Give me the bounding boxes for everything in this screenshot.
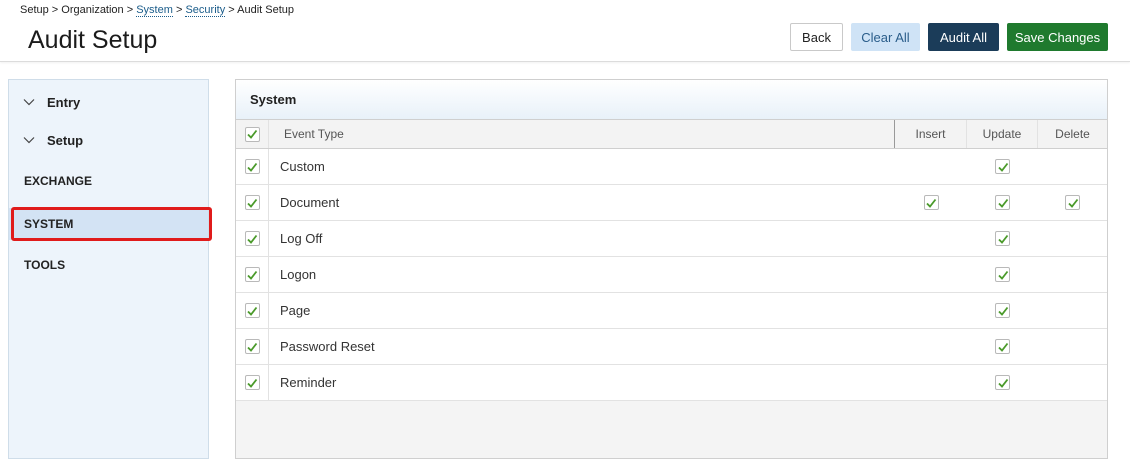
checkmark-icon [997,198,1008,208]
table-row: Log Off [236,221,1107,257]
update-checkbox[interactable] [995,267,1010,282]
checkmark-icon [997,162,1008,172]
grid-body: Custom Document Log Off Logon Page Passw… [236,149,1107,401]
breadcrumb-organization: Organization [61,4,124,16]
row-select-checkbox[interactable] [244,339,260,354]
update-checkbox[interactable] [995,375,1010,390]
breadcrumb-separator: > [225,4,238,16]
event-type-name: Log Off [280,231,323,246]
page-header: Setup > Organization > System > Security… [0,0,1130,62]
sidebar-group-label: Entry [47,94,81,110]
table-row: Reminder [236,365,1107,401]
sidebar-group-label: Setup [47,132,84,148]
event-type-name: Page [280,303,311,318]
update-checkbox[interactable] [995,195,1010,210]
chevron-down-icon [23,137,35,144]
panel-title: System [236,80,1107,120]
checkmark-icon [247,378,258,388]
checkmark-icon [997,342,1008,352]
checkmark-icon [997,270,1008,280]
checkmark-icon [997,234,1008,244]
page-title: Audit Setup [28,26,158,54]
breadcrumb-security-link[interactable]: Security [185,4,226,17]
table-row: Password Reset [236,329,1107,365]
table-row: Page [236,293,1107,329]
audit-all-button[interactable]: Audit All [928,23,999,51]
sidebar-item-label: SYSTEM [24,217,74,231]
column-header-insert[interactable]: Insert [895,120,967,148]
sidebar-item-label: TOOLS [24,258,66,272]
checkmark-icon [247,342,258,352]
sidebar-item-tools[interactable]: TOOLS [9,249,208,281]
select-all-checkbox[interactable] [244,126,260,142]
sidebar: Entry Setup EXCHANGE SYSTEM TOOLS [8,79,209,459]
table-row: Document [236,185,1107,221]
update-checkbox[interactable] [995,339,1010,354]
breadcrumb-separator: > [172,4,186,16]
breadcrumb-current: Audit Setup [237,4,295,16]
back-button[interactable]: Back [790,23,843,51]
row-select-checkbox[interactable] [244,231,260,246]
event-type-name: Reminder [280,375,337,390]
event-type-name: Document [280,195,340,210]
update-checkbox[interactable] [995,159,1010,174]
sidebar-item-exchange[interactable]: EXCHANGE [9,165,208,197]
row-select-checkbox[interactable] [244,303,260,318]
column-header-delete[interactable]: Delete [1038,120,1107,148]
row-select-checkbox[interactable] [244,267,260,282]
chevron-down-icon [23,99,35,106]
row-select-checkbox[interactable] [244,195,260,210]
update-checkbox[interactable] [995,303,1010,318]
table-row: Logon [236,257,1107,293]
breadcrumb-system-link[interactable]: System [136,4,173,17]
breadcrumb-separator: > [48,4,62,16]
checkmark-icon [247,306,258,316]
update-checkbox[interactable] [995,231,1010,246]
checkmark-icon [997,378,1008,388]
breadcrumb-separator: > [123,4,137,16]
table-row: Custom [236,149,1107,185]
audit-panel: System Event Type Insert Update Delete C… [235,79,1108,459]
sidebar-group-setup[interactable]: Setup [9,124,208,156]
event-type-name: Password Reset [280,339,375,354]
clear-all-button[interactable]: Clear All [851,23,920,51]
checkmark-icon [997,306,1008,316]
checkmark-icon [247,270,258,280]
sidebar-group-entry[interactable]: Entry [9,86,208,118]
row-select-checkbox[interactable] [244,159,260,174]
breadcrumb-setup: Setup [20,4,49,16]
event-type-name: Logon [280,267,317,282]
save-changes-button[interactable]: Save Changes [1007,23,1108,51]
checkmark-icon [247,234,258,244]
insert-checkbox[interactable] [923,195,939,210]
audit-grid: Event Type Insert Update Delete Custom D… [236,120,1107,401]
column-header-update[interactable]: Update [967,120,1038,148]
checkmark-icon [247,129,258,139]
checkmark-icon [1067,198,1078,208]
checkmark-icon [247,198,258,208]
checkmark-icon [247,162,258,172]
column-header-event-type[interactable]: Event Type [269,120,895,148]
grid-header: Event Type Insert Update Delete [236,120,1107,149]
checkmark-icon [926,198,937,208]
sidebar-item-label: EXCHANGE [24,174,93,188]
sidebar-item-system[interactable]: SYSTEM [9,208,208,240]
breadcrumb: Setup > Organization > System > Security… [20,4,295,17]
event-type-name: Custom [280,159,325,174]
row-select-checkbox[interactable] [244,375,260,390]
delete-checkbox[interactable] [1065,195,1080,210]
